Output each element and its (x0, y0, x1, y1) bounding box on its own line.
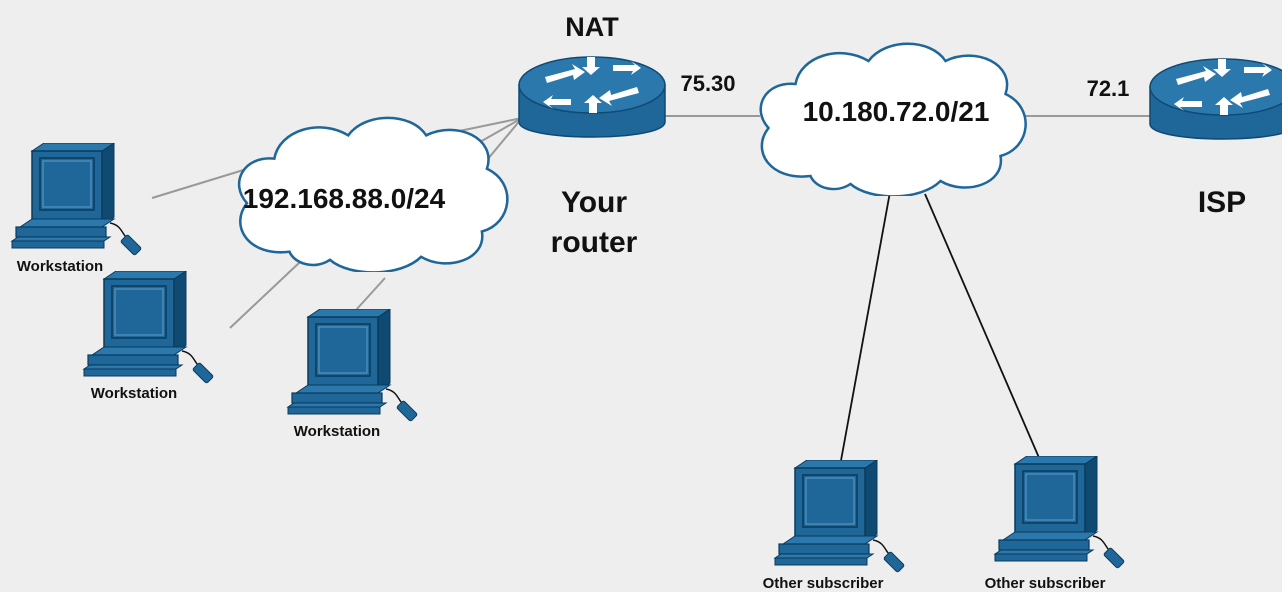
link-workstation2-to-lan (229, 261, 301, 329)
subscriber-1-label: Other subscriber (763, 575, 884, 592)
router-nat-label: NAT (565, 12, 619, 42)
router-icon (518, 56, 666, 138)
other-subscriber-1[interactable]: Other subscriber (763, 460, 906, 592)
link-isp-net-to-subscriber2 (924, 193, 1041, 461)
link-workstation3-to-lan (355, 277, 386, 311)
isp-router-icon (1149, 58, 1282, 140)
your-router[interactable]: NAT Your router 75.30 (518, 12, 736, 259)
other-subscriber-2[interactable]: Other subscriber (985, 456, 1126, 592)
computer-icon (774, 460, 906, 574)
isp-network-cidr-label: 10.180.72.0/21 (803, 96, 990, 127)
computer-icon (287, 309, 419, 423)
subscriber-2-label: Other subscriber (985, 575, 1106, 592)
lan-cidr-label: 192.168.88.0/24 (243, 183, 446, 214)
link-workstation1-to-lan (151, 167, 251, 199)
router-name-line1: Your (561, 186, 627, 219)
workstation-2-label: Workstation (91, 385, 177, 402)
workstation-3-label: Workstation (294, 423, 380, 440)
computer-icon (994, 456, 1126, 570)
workstation-2[interactable]: Workstation (83, 271, 215, 402)
lan-cloud: 192.168.88.0/24 (237, 116, 509, 272)
link-isp-net-to-subscriber1 (839, 191, 891, 467)
isp-router[interactable]: 72.1 ISP (1087, 58, 1282, 219)
isp-name-label: ISP (1198, 186, 1246, 219)
isp-address-label: 72.1 (1087, 76, 1130, 101)
workstation-1-label: Workstation (17, 258, 103, 275)
workstation-1[interactable]: Workstation (11, 143, 143, 275)
isp-network-cloud: 10.180.72.0/21 (759, 42, 1027, 196)
workstation-3[interactable]: Workstation (287, 309, 419, 440)
router-name-line2: router (551, 226, 638, 259)
network-diagram: 192.168.88.0/24 10.180.72.0/21 NAT Your … (11, 12, 1282, 592)
router-wan-address: 75.30 (680, 71, 735, 96)
computer-icon (11, 143, 143, 257)
computer-icon (83, 271, 215, 385)
